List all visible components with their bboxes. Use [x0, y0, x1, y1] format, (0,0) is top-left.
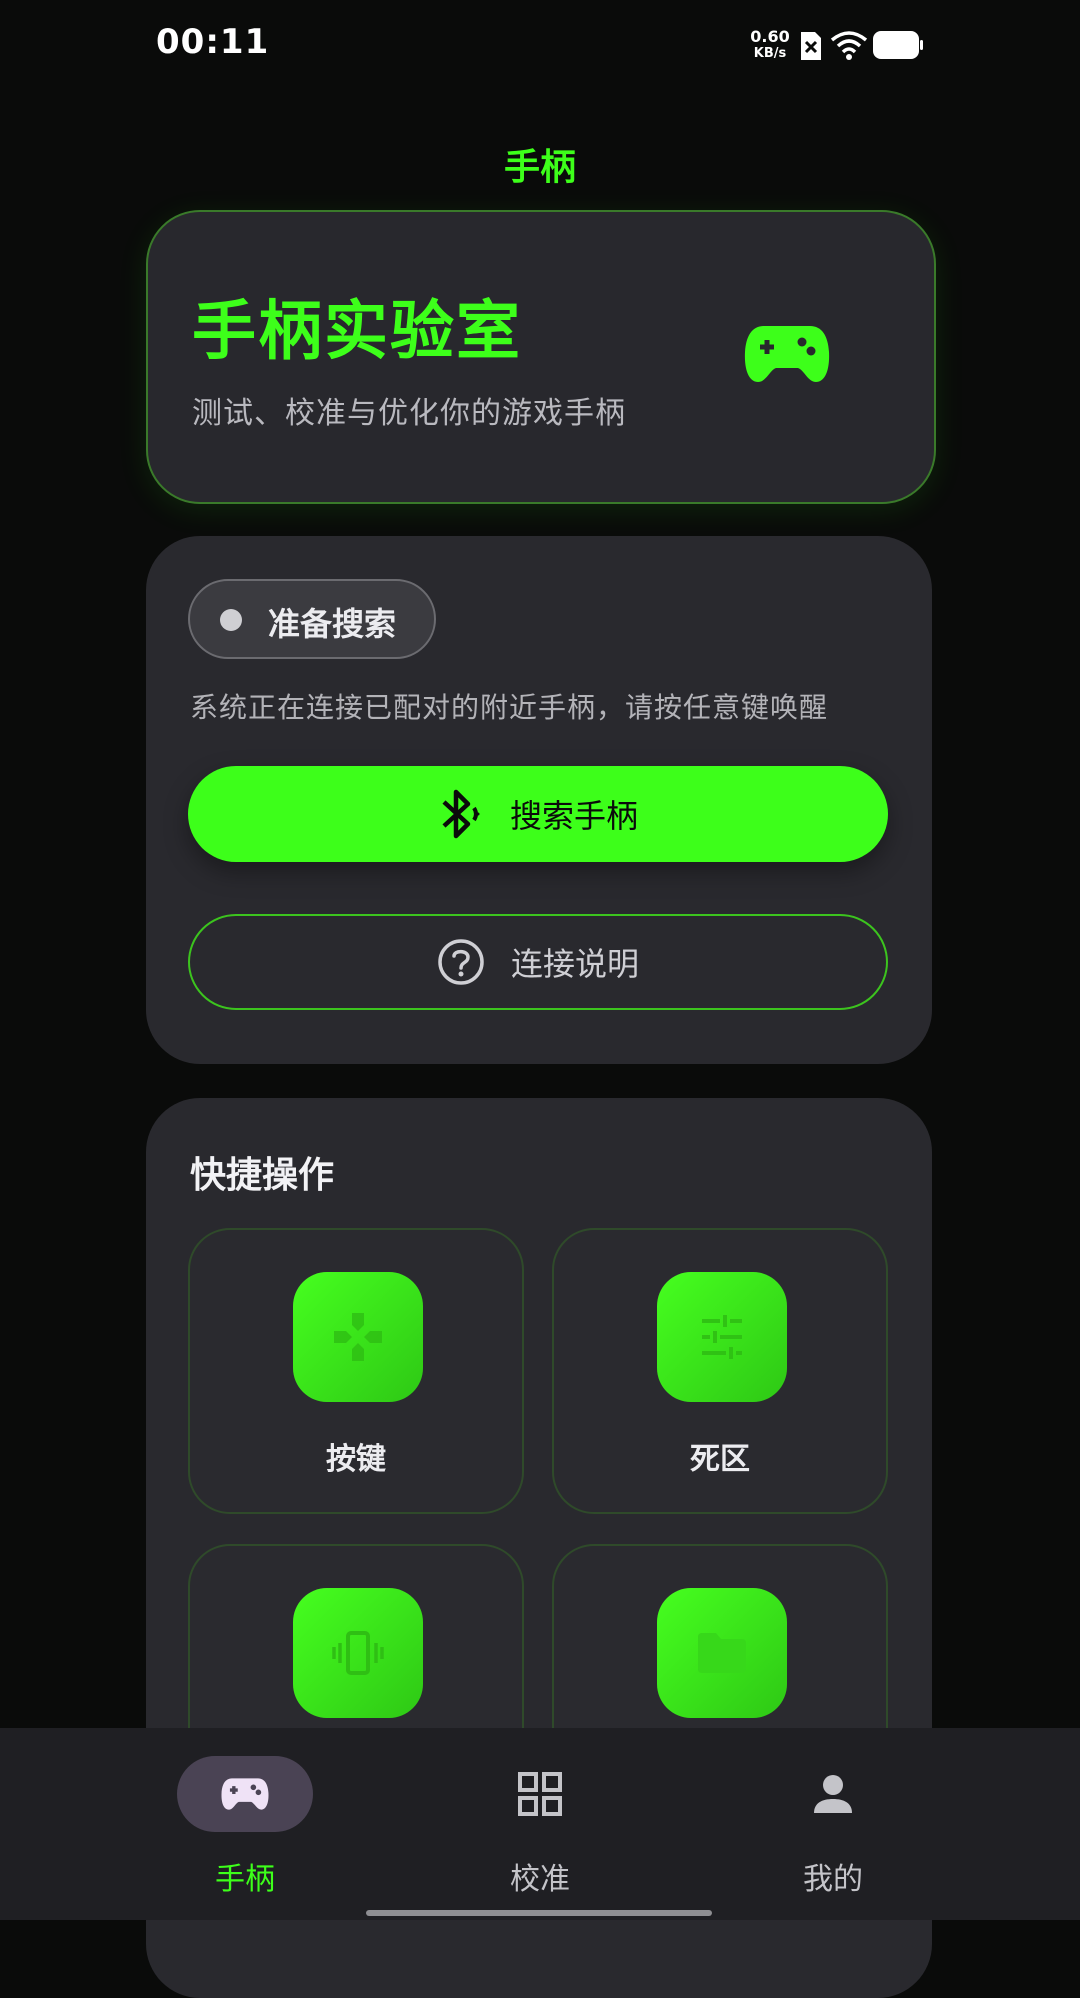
quick-action-deadzone[interactable]: 死区: [552, 1228, 888, 1514]
tile-icon-bg: [293, 1272, 423, 1402]
bottom-nav: 手柄 校准 我的: [0, 1728, 1080, 1920]
status-label: 准备搜索: [268, 605, 397, 643]
tile-label: 死区: [690, 1442, 750, 1477]
connection-help-button[interactable]: 连接说明: [188, 914, 888, 1010]
vibration-icon: [332, 1631, 384, 1675]
nav-label: 校准: [510, 1862, 570, 1897]
hero-subtitle: 测试、校准与优化你的游戏手柄: [192, 396, 626, 431]
battery-icon: [873, 31, 923, 59]
hero-title: 手柄实验室: [192, 295, 522, 369]
home-indicator[interactable]: [366, 1910, 712, 1916]
connection-card: 准备搜索 系统正在连接已配对的附近手柄，请按任意键唤醒 搜索手柄 连接说明: [146, 536, 932, 1064]
bluetooth-searching-icon: [442, 789, 480, 839]
gamepad-icon: [221, 1778, 269, 1810]
person-icon: [814, 1775, 852, 1813]
tile-icon-bg: [293, 1588, 423, 1718]
nav-item-calibrate[interactable]: 校准: [440, 1756, 640, 1897]
help-circle-icon: [438, 939, 484, 985]
nav-item-gamepad[interactable]: 手柄: [145, 1756, 345, 1897]
network-speed: 0.60 KB/s: [748, 28, 792, 62]
network-speed-unit: KB/s: [753, 46, 787, 61]
nav-label: 我的: [803, 1862, 863, 1897]
network-speed-value: 0.60: [750, 27, 790, 46]
search-gamepad-button[interactable]: 搜索手柄: [188, 766, 888, 862]
grid-icon: [518, 1772, 562, 1816]
nav-label: 手柄: [215, 1862, 275, 1897]
tile-icon-bg: [657, 1272, 787, 1402]
no-sim-icon: [801, 32, 821, 60]
page-title: 手柄: [503, 147, 576, 188]
quick-actions-title: 快捷操作: [190, 1155, 335, 1196]
help-button-label: 连接说明: [510, 945, 639, 983]
folder-icon: [698, 1633, 746, 1673]
wifi-icon: [830, 31, 868, 60]
status-chip: 准备搜索: [188, 579, 436, 659]
search-button-label: 搜索手柄: [509, 797, 638, 835]
status-time: 00:11: [156, 22, 270, 62]
tile-label: 按键: [326, 1442, 386, 1477]
status-bar: 00:11 0.60 KB/s: [0, 0, 1080, 92]
tile-icon-bg: [657, 1588, 787, 1718]
nav-item-profile[interactable]: 我的: [733, 1756, 933, 1897]
quick-action-buttons[interactable]: 按键: [188, 1228, 524, 1514]
gamepad-icon: [744, 326, 830, 382]
sliders-icon: [702, 1315, 742, 1359]
hero-card: 手柄实验室 测试、校准与优化你的游戏手柄: [146, 210, 936, 504]
status-dot: [220, 609, 242, 631]
status-description: 系统正在连接已配对的附近手柄，请按任意键唤醒: [190, 691, 829, 724]
dpad-icon: [334, 1313, 382, 1361]
